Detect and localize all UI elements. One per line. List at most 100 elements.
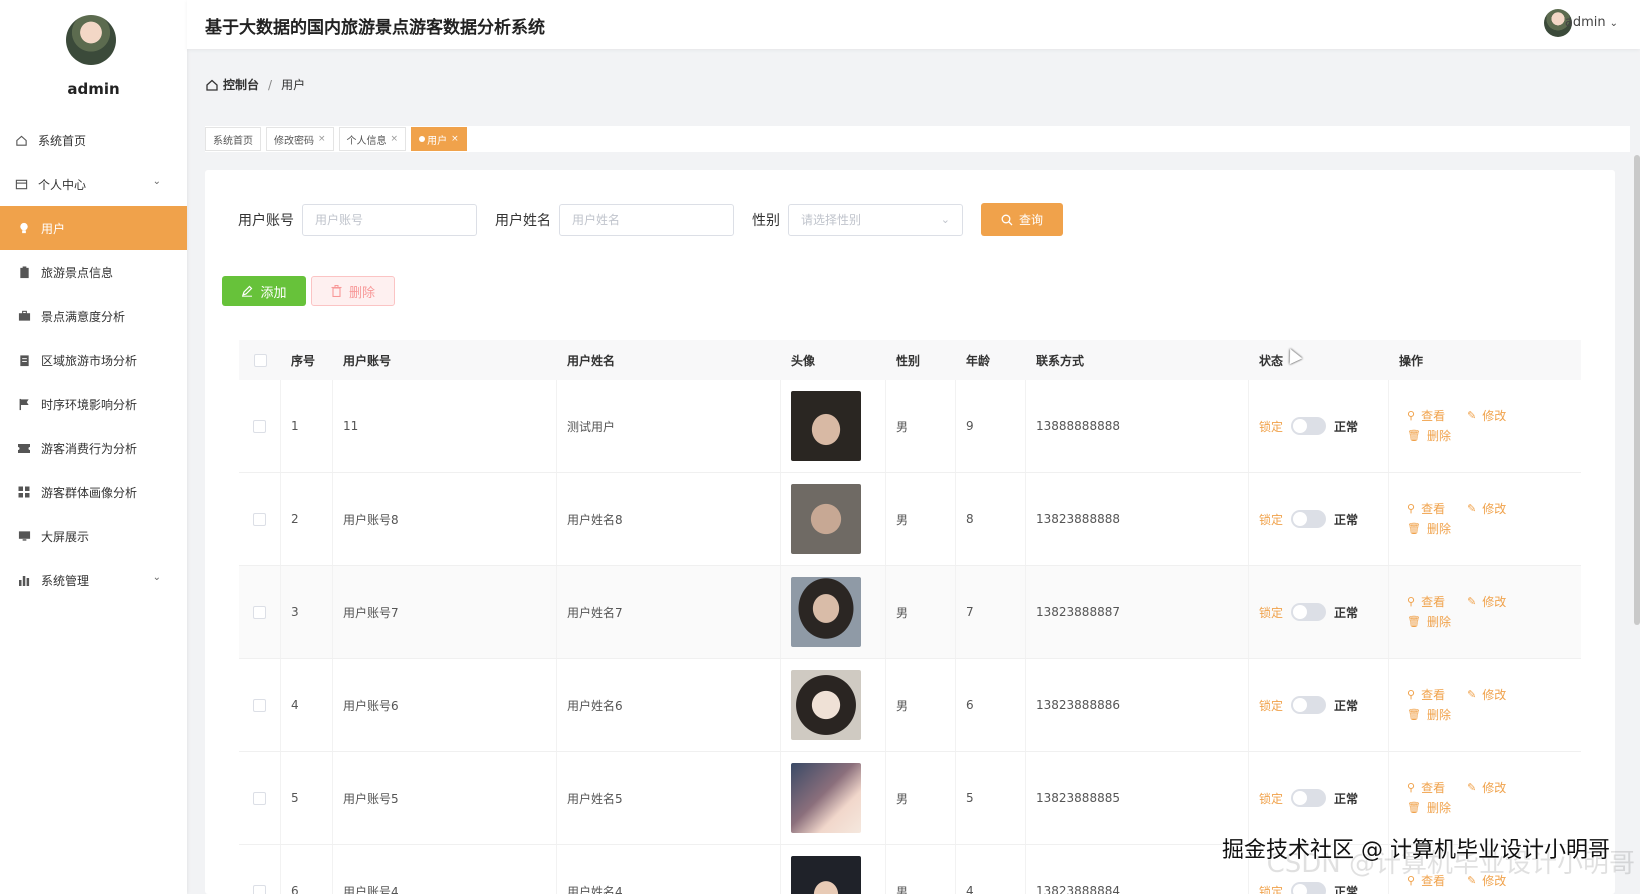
view-button[interactable]: ⚲ 查看 xyxy=(1407,499,1445,519)
briefcase-icon xyxy=(17,309,31,323)
delete-button-label: 删除 xyxy=(348,285,375,301)
lock-label: 锁定 xyxy=(1259,512,1284,527)
cell-gender: 男 xyxy=(886,752,956,844)
close-icon[interactable]: × xyxy=(451,134,459,144)
status-toggle[interactable] xyxy=(1291,696,1327,714)
edit-icon: ✎ xyxy=(1467,688,1477,701)
cell-gender: 男 xyxy=(886,659,956,751)
user-avatar-image[interactable] xyxy=(791,391,861,461)
cell-account: 用户账号8 xyxy=(333,473,557,565)
delete-row-button[interactable]: 🗑 删除 xyxy=(1407,426,1451,446)
select-all-checkbox[interactable] xyxy=(253,353,267,367)
row-checkbox[interactable] xyxy=(253,884,266,894)
view-button[interactable]: ⚲ 查看 xyxy=(1407,592,1445,612)
account-input[interactable] xyxy=(302,203,477,236)
column-header[interactable]: 年龄 xyxy=(956,340,1026,380)
avatar[interactable] xyxy=(66,15,116,65)
tag-label: 系统首页 xyxy=(213,135,253,147)
user-avatar-image[interactable] xyxy=(791,577,861,647)
sidebar: admin 系统首页 个人中心 ⌄ 用户 旅游景点信息 景点满意度分析 区域旅游… xyxy=(0,0,187,894)
view-button[interactable]: ⚲ 查看 xyxy=(1407,406,1445,426)
cell-phone: 13888888888 xyxy=(1026,380,1249,472)
query-button[interactable]: 查询 xyxy=(981,203,1063,236)
user-avatar-image[interactable] xyxy=(791,856,861,894)
sidebar-item-regional-market[interactable]: 区域旅游市场分析 xyxy=(0,338,187,382)
sidebar-item-satisfaction[interactable]: 景点满意度分析 xyxy=(0,294,187,338)
status-label: 正常 xyxy=(1334,419,1359,434)
column-header[interactable]: 联系方式 xyxy=(1026,340,1249,380)
tag-users[interactable]: 用户 × xyxy=(411,127,467,151)
view-button[interactable]: ⚲ 查看 xyxy=(1407,778,1445,798)
sidebar-item-consumption[interactable]: 游客消费行为分析 xyxy=(0,426,187,470)
trash-icon: 🗑 xyxy=(1407,429,1421,442)
tag-home[interactable]: 系统首页 xyxy=(205,127,261,151)
page-scrollbar[interactable] xyxy=(1634,155,1640,625)
cell-name: 用户姓名6 xyxy=(557,659,781,751)
column-header[interactable]: 状态 xyxy=(1249,340,1389,380)
delete-label: 删除 xyxy=(1426,615,1451,629)
status-toggle[interactable] xyxy=(1291,882,1327,894)
tag-personal-info[interactable]: 个人信息 × xyxy=(338,127,407,151)
delete-button[interactable]: 删除 xyxy=(311,276,395,306)
row-checkbox[interactable] xyxy=(253,512,266,526)
delete-row-button[interactable]: 🗑 删除 xyxy=(1407,612,1451,632)
tag-label: 用户 xyxy=(427,135,448,147)
watermark: 掘金技术社区 @ 计算机毕业设计小明哥 xyxy=(1222,838,1610,863)
delete-row-button[interactable]: 🗑 删除 xyxy=(1407,705,1451,725)
flag-icon xyxy=(17,397,31,411)
row-checkbox[interactable] xyxy=(253,605,266,619)
edit-button[interactable]: ✎ 修改 xyxy=(1467,592,1506,612)
column-header[interactable]: 用户姓名 xyxy=(557,340,781,380)
sidebar-item-users[interactable]: 用户 xyxy=(0,206,187,250)
sidebar-item-system[interactable]: 系统管理 ⌄ xyxy=(0,558,187,602)
sidebar-item-profile[interactable]: 个人中心 ⌄ xyxy=(0,162,187,206)
delete-row-button[interactable]: 🗑 删除 xyxy=(1407,798,1451,818)
edit-button[interactable]: ✎ 修改 xyxy=(1467,406,1506,426)
breadcrumb-separator: / xyxy=(268,77,273,92)
cell-no: 1 xyxy=(281,380,333,472)
close-icon[interactable]: × xyxy=(391,134,399,144)
query-button-label: 查询 xyxy=(1018,213,1043,227)
gender-select[interactable]: 请选择性别 ⌄ xyxy=(788,203,963,236)
sidebar-item-home[interactable]: 系统首页 xyxy=(0,118,187,162)
sidebar-item-attractions[interactable]: 旅游景点信息 xyxy=(0,250,187,294)
sidebar-item-time-series[interactable]: 时序环境影响分析 xyxy=(0,382,187,426)
action-buttons: 添加 删除 xyxy=(222,276,395,306)
column-header[interactable]: 序号 xyxy=(281,340,333,380)
status-toggle[interactable] xyxy=(1291,789,1327,807)
user-avatar-image[interactable] xyxy=(791,670,861,740)
column-header[interactable]: 性别 xyxy=(886,340,956,380)
edit-button[interactable]: ✎ 修改 xyxy=(1467,685,1506,705)
name-input[interactable] xyxy=(559,203,734,236)
edit-button[interactable]: ✎ 修改 xyxy=(1467,499,1506,519)
edit-button[interactable]: ✎ 修改 xyxy=(1467,778,1506,798)
status-toggle[interactable] xyxy=(1291,510,1327,528)
row-checkbox[interactable] xyxy=(253,419,266,433)
tag-change-password[interactable]: 修改密码 × xyxy=(266,127,334,151)
sidebar-item-label: 系统管理 xyxy=(41,573,90,588)
row-checkbox[interactable] xyxy=(253,698,266,712)
sidebar-item-big-screen[interactable]: 大屏展示 xyxy=(0,514,187,558)
ticket-icon xyxy=(17,441,31,455)
trash-icon xyxy=(331,285,342,297)
user-name: admin xyxy=(1564,15,1606,30)
view-button[interactable]: ⚲ 查看 xyxy=(1407,685,1445,705)
column-header[interactable]: 用户账号 xyxy=(333,340,557,380)
chevron-down-icon: ⌄ xyxy=(152,176,161,187)
user-avatar-image[interactable] xyxy=(791,484,861,554)
search-icon: ⚲ xyxy=(1407,688,1416,701)
user-menu[interactable]: admin ⌄ xyxy=(1565,15,1618,30)
edit-icon: ✎ xyxy=(1467,502,1477,515)
status-toggle[interactable] xyxy=(1291,417,1327,435)
status-toggle[interactable] xyxy=(1291,603,1327,621)
row-checkbox[interactable] xyxy=(253,791,266,805)
breadcrumb-home[interactable]: 控制台 xyxy=(223,76,259,93)
sidebar-item-group-profile[interactable]: 游客群体画像分析 xyxy=(0,470,187,514)
sidebar-item-label: 游客消费行为分析 xyxy=(41,441,138,456)
delete-row-button[interactable]: 🗑 删除 xyxy=(1407,519,1451,539)
cell-account: 11 xyxy=(333,380,557,472)
close-icon[interactable]: × xyxy=(318,134,326,144)
cell-phone: 13823888884 xyxy=(1026,845,1249,894)
add-button[interactable]: 添加 xyxy=(222,276,306,306)
user-avatar-image[interactable] xyxy=(791,763,861,833)
